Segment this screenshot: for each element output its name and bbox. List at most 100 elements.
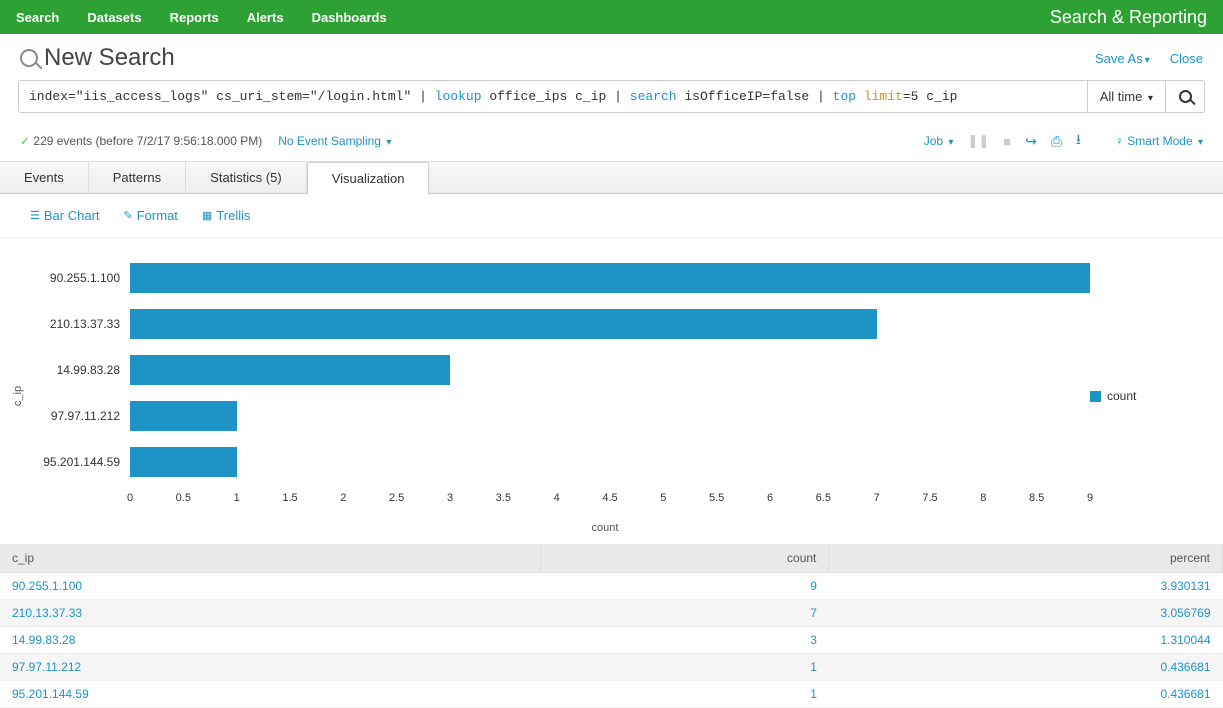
tab-visualization[interactable]: Visualization (307, 162, 430, 194)
download-icon[interactable]: ⭳ (1076, 129, 1081, 153)
cell-cip[interactable]: 95.201.144.59 (0, 681, 540, 708)
bar[interactable] (130, 309, 877, 339)
bar[interactable] (130, 447, 237, 477)
x-tick-label: 7.5 (922, 492, 937, 504)
bar[interactable] (130, 263, 1090, 293)
chevron-down-icon: ▾ (1198, 137, 1203, 148)
cell-cip[interactable]: 97.97.11.212 (0, 654, 540, 681)
job-menu[interactable]: Job ▾ (924, 134, 954, 148)
cell-percent: 0.436681 (829, 654, 1223, 681)
event-sampling-menu[interactable]: No Event Sampling ▾ (278, 134, 391, 148)
chart-area: c_ip 90.255.1.100 210.13.37.33 14.99.83.28… (0, 238, 1223, 544)
y-tick-label: 14.99.83.28 (20, 363, 120, 377)
y-tick-label: 95.201.144.59 (20, 455, 120, 469)
search-icon (20, 49, 38, 67)
x-tick-label: 7 (874, 492, 880, 504)
share-icon[interactable]: ↪ (1025, 133, 1037, 150)
y-tick-label: 210.13.37.33 (20, 317, 120, 331)
page-title-text: New Search (44, 44, 175, 72)
y-tick-label: 97.97.11.212 (20, 409, 120, 423)
x-tick-label: 6.5 (816, 492, 831, 504)
chevron-down-icon: ▾ (1148, 93, 1153, 104)
bar-chart: c_ip 90.255.1.100210.13.37.3314.99.83.28… (20, 258, 1080, 534)
y-axis-label: c_ip (12, 386, 24, 406)
x-tick-label: 8 (980, 492, 986, 504)
cell-count: 3 (540, 627, 829, 654)
save-as-menu[interactable]: Save As▾ (1095, 51, 1150, 66)
legend-label: count (1107, 389, 1136, 403)
event-count-text: 229 events (before 7/2/17 9:56:18.000 PM… (33, 134, 262, 148)
results-table: c_ip count percent 90.255.1.10093.930131… (0, 544, 1223, 708)
x-tick-label: 0.5 (176, 492, 191, 504)
app-brand: Search & Reporting (1050, 7, 1207, 28)
cell-count: 9 (540, 573, 829, 600)
x-tick-label: 4 (554, 492, 560, 504)
cell-percent: 1.310044 (829, 627, 1223, 654)
x-tick-label: 0 (127, 492, 133, 504)
x-tick-label: 3.5 (496, 492, 511, 504)
nav-item-datasets[interactable]: Datasets (87, 10, 141, 25)
table-row[interactable]: 95.201.144.5910.436681 (0, 681, 1223, 708)
title-bar: New Search Save As▾ Close (0, 34, 1223, 80)
x-tick-label: 4.5 (602, 492, 617, 504)
nav-item-alerts[interactable]: Alerts (247, 10, 284, 25)
x-tick-label: 9 (1087, 492, 1093, 504)
column-header-cip[interactable]: c_ip (0, 544, 540, 573)
page-title: New Search (20, 44, 175, 72)
search-row: index="iis_access_logs" cs_uri_stem="/lo… (0, 80, 1223, 123)
status-bar: ✓ 229 events (before 7/2/17 9:56:18.000 … (0, 123, 1223, 162)
x-tick-label: 8.5 (1029, 492, 1044, 504)
x-tick-label: 3 (447, 492, 453, 504)
nav-item-reports[interactable]: Reports (170, 10, 219, 25)
search-button[interactable] (1165, 80, 1205, 113)
cell-cip[interactable]: 210.13.37.33 (0, 600, 540, 627)
smart-mode-menu[interactable]: ♀ Smart Mode ▾ (1115, 134, 1203, 148)
x-tick-label: 1.5 (282, 492, 297, 504)
x-tick-label: 5.5 (709, 492, 724, 504)
y-tick-label: 90.255.1.100 (20, 271, 120, 285)
chart-type-picker[interactable]: ☰Bar Chart (30, 208, 100, 223)
search-icon (1179, 90, 1192, 103)
stop-icon: ■ (1003, 134, 1011, 149)
cell-cip[interactable]: 14.99.83.28 (0, 627, 540, 654)
tab-events[interactable]: Events (0, 162, 89, 193)
top-nav: Search Datasets Reports Alerts Dashboards Se… (0, 0, 1223, 34)
nav-item-dashboards[interactable]: Dashboards (312, 10, 387, 25)
print-icon[interactable]: ⎙ (1051, 133, 1062, 150)
table-row[interactable]: 14.99.83.2831.310044 (0, 627, 1223, 654)
result-tabs: Events Patterns Statistics (5) Visualiza… (0, 162, 1223, 194)
x-tick-label: 2 (340, 492, 346, 504)
format-button[interactable]: ✎Format (124, 208, 178, 223)
pencil-icon: ✎ (124, 209, 133, 222)
legend-swatch (1090, 391, 1101, 402)
nav-item-search[interactable]: Search (16, 10, 59, 25)
check-icon: ✓ (20, 134, 30, 148)
table-row[interactable]: 90.255.1.10093.930131 (0, 573, 1223, 600)
search-input[interactable]: index="iis_access_logs" cs_uri_stem="/lo… (18, 80, 1087, 113)
cell-percent: 0.436681 (829, 681, 1223, 708)
cell-cip[interactable]: 90.255.1.100 (0, 573, 540, 600)
pause-icon: ❚❚ (967, 133, 989, 149)
column-header-percent[interactable]: percent (829, 544, 1223, 573)
bar[interactable] (130, 355, 450, 385)
x-axis-label: count (130, 522, 1080, 534)
x-tick-label: 6 (767, 492, 773, 504)
cell-percent: 3.056769 (829, 600, 1223, 627)
bar-chart-icon: ☰ (30, 209, 40, 222)
bar[interactable] (130, 401, 237, 431)
time-range-picker[interactable]: All time ▾ (1087, 80, 1165, 113)
chevron-down-icon: ▾ (948, 137, 953, 148)
tab-patterns[interactable]: Patterns (89, 162, 186, 193)
chart-legend: count (1080, 258, 1200, 534)
table-row[interactable]: 97.97.11.21210.436681 (0, 654, 1223, 681)
x-tick-label: 1 (234, 492, 240, 504)
tab-statistics[interactable]: Statistics (5) (186, 162, 307, 193)
cell-count: 7 (540, 600, 829, 627)
nav-items: Search Datasets Reports Alerts Dashboards (16, 10, 387, 25)
title-actions: Save As▾ Close (1095, 51, 1203, 66)
trellis-icon: ▦ (202, 209, 212, 222)
column-header-count[interactable]: count (540, 544, 829, 573)
table-row[interactable]: 210.13.37.3373.056769 (0, 600, 1223, 627)
trellis-button[interactable]: ▦Trellis (202, 208, 251, 223)
close-button[interactable]: Close (1170, 51, 1203, 66)
